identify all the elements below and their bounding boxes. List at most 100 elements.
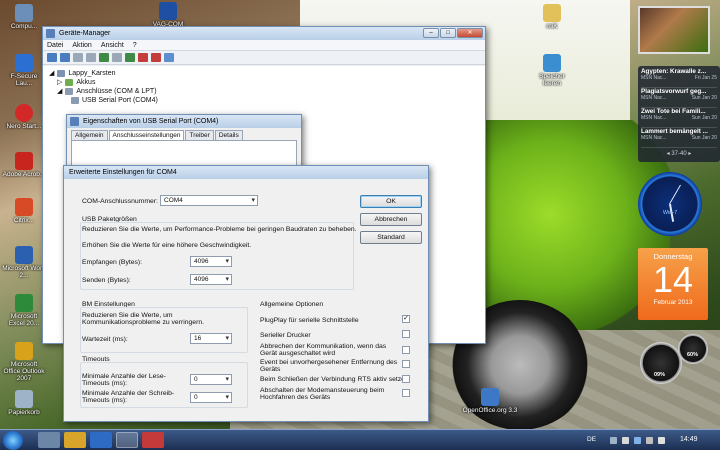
news-pager[interactable]: ◂ 37-40 ▸	[641, 150, 717, 157]
view-icon[interactable]	[112, 53, 122, 62]
network-icon[interactable]	[634, 437, 641, 444]
maximize-button[interactable]: □	[440, 28, 456, 38]
option-serial-printer-checkbox[interactable]	[402, 330, 410, 338]
desktop-icon-excel[interactable]: Microsoft Excel 20...	[2, 294, 46, 327]
tab-details[interactable]: Details	[214, 130, 243, 140]
option-removal-event-checkbox[interactable]	[402, 360, 410, 368]
desktop-icon-word[interactable]: Microsoft Word 2...	[2, 246, 46, 279]
next-icon[interactable]: ▸	[688, 151, 691, 157]
news-title: Ägypten: Krawalle z...	[641, 68, 707, 75]
desktop-icon-outlook[interactable]: Microsoft Office Outlook 2007	[2, 342, 46, 382]
option-plugplay-checkbox[interactable]: ✓	[402, 315, 410, 323]
tree-item-label: USB Serial Port (COM4)	[82, 97, 158, 104]
start-button[interactable]	[3, 431, 23, 450]
read-timeout-select[interactable]: 0	[190, 374, 232, 385]
option-serial-printer-label: Serieller Drucker	[260, 332, 311, 339]
console-icon[interactable]	[73, 53, 83, 62]
uninstall-icon[interactable]	[151, 53, 161, 62]
desktop-icon-fsecure[interactable]: F-Secure Lau...	[2, 54, 46, 87]
device-manager-titlebar[interactable]: Geräte-Manager – □ ✕	[43, 27, 485, 40]
news-title: Lammert bemängelt ...	[641, 128, 708, 135]
tab-anschlusseinstellungen[interactable]: Anschlusseinstellungen	[108, 130, 185, 140]
volume-icon[interactable]	[658, 437, 665, 444]
port-icon	[71, 97, 79, 104]
tab-treiber[interactable]: Treiber	[185, 130, 214, 140]
clock-gadget[interactable]: Win-7	[638, 172, 702, 236]
clock-minute-hand	[669, 184, 681, 205]
ok-button[interactable]: OK	[360, 195, 422, 208]
tree-item-usb-serial[interactable]: USB Serial Port (COM4)	[49, 96, 479, 105]
forward-icon[interactable]	[60, 53, 70, 62]
close-button[interactable]: ✕	[457, 28, 483, 38]
receive-bytes-select[interactable]: 4096	[190, 256, 232, 267]
tab-allgemein[interactable]: Allgemein	[71, 130, 108, 140]
desktop-icon-label: Microsoft Word 2...	[2, 265, 46, 279]
cancel-button[interactable]: Abbrechen	[360, 213, 422, 226]
desktop-icon-label: Nero Start...	[6, 123, 42, 130]
taskbar-app-button[interactable]	[142, 432, 164, 448]
minimize-button[interactable]: –	[423, 28, 439, 38]
tree-item-ports[interactable]: ◢ Anschlüsse (COM & LPT)	[49, 87, 479, 96]
write-timeout-select[interactable]: 0	[190, 392, 232, 403]
news-source: MSN Nac...	[641, 95, 667, 101]
properties-icon[interactable]	[86, 53, 96, 62]
menu-ansicht[interactable]: Ansicht	[101, 40, 124, 50]
previous-icon[interactable]: ◂	[667, 151, 670, 157]
calendar-gadget[interactable]: Donnerstag 14 Februar 2013	[638, 248, 708, 320]
desktop-icon-memory-clean[interactable]: Speicher leeren	[530, 54, 574, 87]
news-date: Sun Jan 20	[691, 115, 717, 121]
tree-item-akkus[interactable]: ▷ Akkus	[49, 78, 479, 87]
cpu-meter-gadget[interactable]: 09% 60%	[636, 332, 710, 388]
show-hidden-icons-icon[interactable]	[610, 437, 617, 444]
desktop-icon-nero[interactable]: Nero Start...	[2, 104, 46, 130]
battery-icon[interactable]	[646, 437, 653, 444]
flag-icon[interactable]	[622, 437, 629, 444]
clock-time[interactable]: 14:49	[680, 436, 698, 443]
taskbar-device-manager-button[interactable]	[116, 432, 138, 448]
advanced-titlebar[interactable]: Erweiterte Einstellungen für COM4	[64, 166, 428, 179]
properties-titlebar[interactable]: Eigenschaften von USB Serial Port (COM4)	[67, 115, 301, 128]
language-indicator[interactable]: DE	[587, 436, 596, 443]
option-rts-checkbox[interactable]	[402, 375, 410, 383]
scan-hardware-icon[interactable]	[164, 53, 174, 62]
taskbar-ie-button[interactable]	[90, 432, 112, 448]
adobe-icon	[15, 152, 33, 170]
desktop-icon-computer[interactable]: Compu...	[2, 4, 46, 30]
expand-icon[interactable]: ▷	[57, 78, 62, 87]
disable-icon[interactable]	[138, 53, 148, 62]
citrix-icon	[15, 198, 33, 216]
taskbar-media-player-button[interactable]	[64, 432, 86, 448]
news-item[interactable]: Plagiatsvorwurf geg... MSN Nac... Sun Jan…	[641, 88, 717, 108]
port-icon	[65, 88, 74, 95]
desktop-icon-folder[interactable]: miK	[530, 4, 574, 30]
desktop-icon-vagcom[interactable]: VAG-COM	[146, 2, 190, 28]
option-modem-control-checkbox[interactable]	[402, 389, 410, 397]
tree-item-label: Anschlüsse (COM & LPT)	[76, 88, 157, 95]
desktop-icon-adobe[interactable]: Adobe Acrob...	[2, 152, 46, 178]
excel-icon	[15, 294, 33, 312]
desktop-icon-citrix[interactable]: Citrix...	[2, 198, 46, 224]
desktop-icon-recycle-bin[interactable]: Papierkorb	[2, 390, 46, 416]
send-bytes-select[interactable]: 4096	[190, 274, 232, 285]
news-item[interactable]: Ägypten: Krawalle z... MSN Nac... Fri Jan…	[641, 68, 717, 88]
collapse-icon[interactable]: ◢	[49, 69, 54, 78]
back-icon[interactable]	[47, 53, 57, 62]
option-cancel-comm-checkbox[interactable]	[402, 346, 410, 354]
news-item[interactable]: Zwei Tote bei Famili... MSN Nac... Sun Ja…	[641, 108, 717, 128]
help-icon[interactable]	[99, 53, 109, 62]
menu-help[interactable]: ?	[133, 40, 137, 50]
standard-button[interactable]: Standard	[360, 231, 422, 244]
write-timeout-label: Minimale Anzahle der Schreib-Timeouts (m…	[82, 390, 175, 404]
menu-datei[interactable]: Datei	[47, 40, 63, 50]
news-item[interactable]: Lammert bemängelt ... MSN Nac... Sun Jan …	[641, 128, 717, 148]
com-port-select[interactable]: COM4	[160, 195, 258, 206]
desktop-icon-openoffice[interactable]: OpenOffice.org 3.3	[460, 388, 520, 414]
collapse-icon[interactable]: ◢	[57, 87, 62, 96]
update-driver-icon[interactable]	[125, 53, 135, 62]
com-port-label: COM-Anschlussnummer:	[82, 198, 158, 205]
taskbar-explorer-button[interactable]	[38, 432, 60, 448]
menu-aktion[interactable]: Aktion	[72, 40, 91, 50]
tree-item-computer[interactable]: ◢ Lappy_Karsten	[49, 69, 479, 78]
latency-select[interactable]: 16	[190, 333, 232, 344]
slideshow-gadget[interactable]	[638, 6, 710, 54]
